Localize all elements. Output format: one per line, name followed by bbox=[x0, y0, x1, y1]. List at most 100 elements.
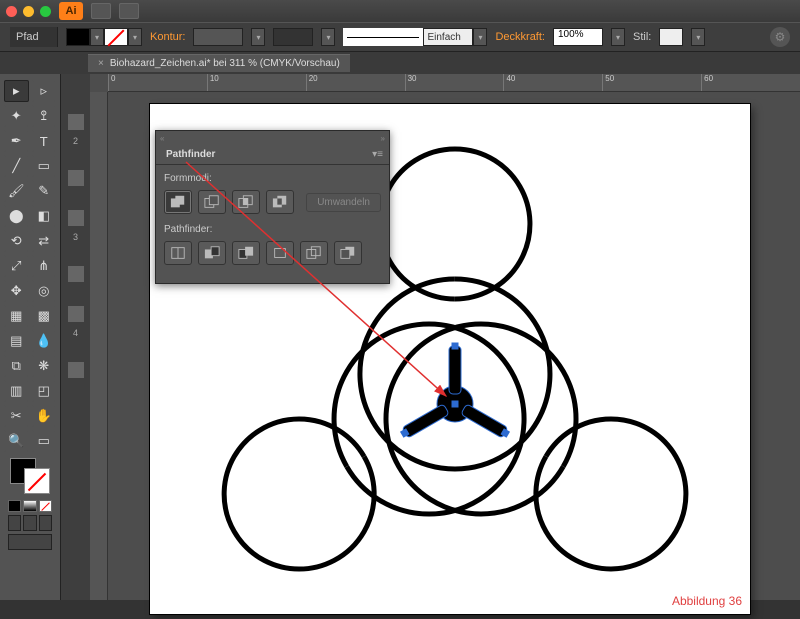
artboard-tool[interactable]: ◰ bbox=[32, 380, 57, 402]
minus-back-button[interactable] bbox=[334, 241, 362, 265]
canvas-area[interactable]: 01020 30405060 bbox=[90, 74, 800, 600]
column-graph-tool[interactable]: ▥ bbox=[4, 380, 29, 402]
fill-stroke-indicator[interactable] bbox=[4, 458, 56, 496]
graphic-style-swatch[interactable] bbox=[659, 28, 683, 46]
print-tiling-tool[interactable]: ▭ bbox=[32, 430, 57, 452]
divide-button[interactable] bbox=[164, 241, 192, 265]
panel-num: 3 bbox=[73, 232, 78, 242]
collapse-icon[interactable]: « bbox=[160, 134, 164, 143]
fill-swatch[interactable] bbox=[66, 28, 90, 46]
gradient-tool[interactable]: ▤ bbox=[4, 330, 29, 352]
opacity-label: Deckkraft: bbox=[495, 31, 545, 43]
graphic-style-dropdown[interactable]: ▾ bbox=[691, 28, 705, 46]
pathfinder-panel[interactable]: «» Pathfinder ▾≡ Formmodi: Umwandeln Pat… bbox=[155, 130, 390, 284]
stroke-style-label[interactable]: Einfach bbox=[423, 28, 473, 46]
zoom-tool[interactable]: 🔍 bbox=[4, 430, 29, 452]
reflect-tool[interactable]: ⇄ bbox=[32, 230, 57, 252]
stroke-weight-dropdown[interactable]: ▾ bbox=[321, 28, 335, 46]
stroke-style-dropdown[interactable]: ▾ bbox=[473, 28, 487, 46]
perspective-tool[interactable]: ▦ bbox=[4, 305, 29, 327]
draw-normal[interactable] bbox=[8, 515, 21, 531]
hand-tool[interactable]: ✋ bbox=[32, 405, 57, 427]
screen-mode-button[interactable] bbox=[8, 534, 52, 550]
symbol-sprayer-tool[interactable]: ❋ bbox=[32, 355, 57, 377]
scale-tool[interactable]: ⤢ bbox=[4, 255, 29, 277]
eyedropper-tool[interactable]: 💧 bbox=[32, 330, 57, 352]
stroke-indicator[interactable] bbox=[24, 468, 50, 494]
paintbrush-tool[interactable]: 🖌 bbox=[4, 180, 29, 202]
panel-icon[interactable] bbox=[68, 362, 84, 378]
color-mode-gradient[interactable] bbox=[23, 500, 36, 512]
draw-inside[interactable] bbox=[39, 515, 52, 531]
crop-button[interactable] bbox=[266, 241, 294, 265]
free-transform-tool[interactable]: ✥ bbox=[4, 280, 29, 302]
color-modes bbox=[4, 500, 56, 512]
panel-icon[interactable] bbox=[68, 114, 84, 130]
unite-button[interactable] bbox=[164, 190, 192, 214]
width-tool[interactable]: ⋔ bbox=[32, 255, 57, 277]
stroke-color-dropdown[interactable]: ▾ bbox=[251, 28, 265, 46]
artboard[interactable]: «» Pathfinder ▾≡ Formmodi: Umwandeln Pat… bbox=[150, 104, 750, 614]
fill-dropdown[interactable]: ▾ bbox=[90, 28, 104, 46]
panel-icon[interactable] bbox=[68, 266, 84, 282]
document-tab-title: Biohazard_Zeichen.ai* bei 311 % (CMYK/Vo… bbox=[110, 58, 340, 69]
panel-icon[interactable] bbox=[68, 306, 84, 322]
close-window-button[interactable] bbox=[6, 6, 17, 17]
panel-icon[interactable] bbox=[68, 210, 84, 226]
trim-button[interactable] bbox=[198, 241, 226, 265]
type-tool[interactable]: T bbox=[32, 130, 57, 152]
blob-brush-tool[interactable]: ⬤ bbox=[4, 205, 29, 227]
document-tab[interactable]: × Biohazard_Zeichen.ai* bei 311 % (CMYK/… bbox=[88, 54, 350, 72]
panel-menu-icon[interactable]: ▾≡ bbox=[366, 145, 389, 164]
document-tabstrip: × Biohazard_Zeichen.ai* bei 311 % (CMYK/… bbox=[0, 52, 800, 74]
rotate-tool[interactable]: ⟲ bbox=[4, 230, 29, 252]
bridge-icon[interactable] bbox=[91, 3, 111, 19]
opacity-dropdown[interactable]: ▾ bbox=[611, 28, 625, 46]
close-tab-icon[interactable]: × bbox=[98, 58, 104, 69]
pen-tool[interactable]: ✒ bbox=[4, 130, 29, 152]
shape-builder-tool[interactable]: ◎ bbox=[32, 280, 57, 302]
direct-selection-tool[interactable]: ▹ bbox=[32, 80, 57, 102]
opacity-input[interactable]: 100% bbox=[553, 28, 603, 46]
color-mode-none[interactable] bbox=[39, 500, 52, 512]
zoom-window-button[interactable] bbox=[40, 6, 51, 17]
ruler-horizontal: 01020 30405060 bbox=[108, 74, 800, 92]
draw-behind[interactable] bbox=[23, 515, 36, 531]
merge-button[interactable] bbox=[232, 241, 260, 265]
expand-button[interactable]: Umwandeln bbox=[306, 193, 381, 212]
stroke-dropdown[interactable]: ▾ bbox=[128, 28, 142, 46]
line-tool[interactable]: ╱ bbox=[4, 155, 29, 177]
exclude-button[interactable] bbox=[266, 190, 294, 214]
arrange-icon[interactable] bbox=[119, 3, 139, 19]
minus-front-button[interactable] bbox=[198, 190, 226, 214]
lasso-tool[interactable]: ꖶ bbox=[32, 105, 57, 127]
ruler-vertical bbox=[90, 92, 108, 600]
tools-panel: ▸ ▹ ✦ ꖶ ✒ T ╱ ▭ 🖌 ✎ ⬤ ◧ ⟲ ⇄ ⤢ ⋔ ✥ ◎ ▦ ▩ … bbox=[0, 74, 60, 600]
color-mode-solid[interactable] bbox=[8, 500, 21, 512]
window-titlebar: Ai bbox=[0, 0, 800, 22]
mesh-tool[interactable]: ▩ bbox=[32, 305, 57, 327]
eraser-tool[interactable]: ◧ bbox=[32, 205, 57, 227]
pathfinder-label: Pathfinder: bbox=[164, 224, 381, 235]
magic-wand-tool[interactable]: ✦ bbox=[4, 105, 29, 127]
minimize-window-button[interactable] bbox=[23, 6, 34, 17]
expand-icon[interactable]: » bbox=[381, 134, 385, 143]
stroke-swatch[interactable] bbox=[104, 28, 128, 46]
stroke-color-picker[interactable] bbox=[193, 28, 243, 46]
panel-icon[interactable] bbox=[68, 170, 84, 186]
blend-tool[interactable]: ⧉ bbox=[4, 355, 29, 377]
style-label: Stil: bbox=[633, 31, 651, 43]
stroke-weight-input[interactable] bbox=[273, 28, 313, 46]
rectangle-tool[interactable]: ▭ bbox=[32, 155, 57, 177]
collapsed-panels: 2 3 4 bbox=[60, 74, 90, 600]
outline-button[interactable] bbox=[300, 241, 328, 265]
pathfinder-tab[interactable]: Pathfinder bbox=[156, 145, 225, 164]
pencil-tool[interactable]: ✎ bbox=[32, 180, 57, 202]
slice-tool[interactable]: ✂ bbox=[4, 405, 29, 427]
stroke-style-preview[interactable] bbox=[343, 28, 423, 46]
intersect-button[interactable] bbox=[232, 190, 260, 214]
window-controls bbox=[6, 6, 51, 17]
control-bar: Pfad ▾ ▾ Kontur: ▾ ▾ Einfach ▾ Deckkraft… bbox=[0, 22, 800, 52]
selection-tool[interactable]: ▸ bbox=[4, 80, 29, 102]
panel-options-icon[interactable]: ⚙ bbox=[770, 27, 790, 47]
